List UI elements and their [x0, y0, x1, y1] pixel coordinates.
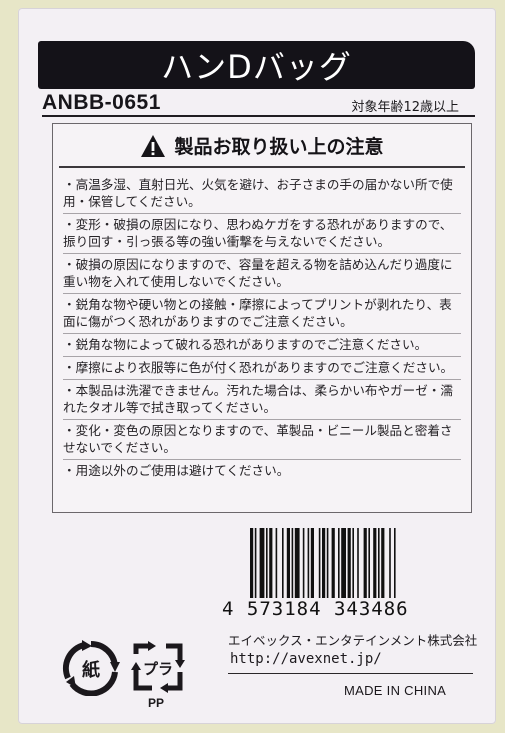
barcode-bar: [322, 528, 326, 598]
barcode-bar: [254, 528, 257, 598]
barcode-bar: [291, 528, 294, 598]
barcode-icon: [250, 528, 396, 598]
product-title-banner: ハンDバッグ: [38, 41, 475, 89]
caution-item: ・用途以外のご使用は避けてください。: [63, 463, 290, 478]
barcode-bar: [307, 528, 310, 598]
product-title: ハンDバッグ: [161, 48, 352, 86]
caution-list: ・高温多湿、直射日光、火気を避け、お子さまの手の届かない所で使用・保管してくださ…: [63, 174, 461, 482]
product-code: ANBB-0651: [42, 91, 161, 114]
plastic-recycle-icon: プラ: [131, 641, 185, 693]
barcode-bar: [282, 528, 284, 598]
plastic-mark: プラ: [143, 660, 173, 678]
divider: [228, 673, 473, 674]
paper-mark: 紙: [82, 659, 100, 681]
caution-item: ・破損の原因になりますので、容量を超える物を詰め込んだり過度に重い物を入れて使用…: [63, 254, 461, 294]
barcode-bar: [352, 528, 354, 598]
paper-recycle-icon: 紙: [62, 640, 120, 696]
divider: [42, 115, 475, 117]
barcode-bar: [357, 528, 359, 598]
barcode-bar: [250, 528, 254, 598]
barcode-bar: [381, 528, 385, 598]
caution-item: ・変形・破損の原因になり、思わぬケガをする恐れがありますので、振り回す・引っ張る…: [63, 214, 461, 254]
barcode-bar: [389, 528, 391, 598]
barcode-bar: [341, 528, 346, 598]
barcode-bar: [373, 528, 377, 598]
warning-triangle-icon: [141, 134, 166, 157]
plastic-material: PP: [148, 696, 165, 710]
barcode-bar: [331, 528, 335, 598]
caution-item: ・変化・変色の原因となりますので、革製品・ビニール製品と密着させないでください。: [63, 420, 461, 460]
caution-title: 製品お取り扱い上の注意: [174, 136, 384, 158]
caution-item: ・本製品は洗濯できません。汚れた場合は、柔らかい布やガーゼ・濡れたタオル等で拭き…: [63, 380, 461, 420]
barcode-bar: [338, 528, 340, 598]
barcode-bar: [318, 528, 321, 598]
barcode-bar: [259, 528, 265, 598]
barcode-bar: [326, 528, 329, 598]
barcode-bar: [310, 528, 314, 598]
caution-header: 製品お取り扱い上の注意: [53, 132, 471, 159]
barcode-bar: [394, 528, 396, 598]
country-of-origin: MADE IN CHINA: [344, 683, 447, 698]
barcode-bar: [275, 528, 278, 598]
caution-item: ・鋭角な物によって破れる恐れがありますのでご注意ください。: [63, 334, 461, 357]
caution-item: ・高温多湿、直射日光、火気を避け、お子さまの手の届かない所で使用・保管してくださ…: [63, 174, 461, 214]
barcode-bar: [269, 528, 273, 598]
barcode-bar: [266, 528, 268, 598]
barcode-bar: [347, 528, 351, 598]
barcode-bar: [302, 528, 305, 598]
barcode-number: 4 573184 343486: [222, 598, 409, 620]
caution-box: 製品お取り扱い上の注意 ・高温多湿、直射日光、火気を避け、お子さまの手の届かない…: [52, 123, 472, 513]
barcode-bar: [286, 528, 290, 598]
barcode-bar: [294, 528, 300, 598]
caution-item: ・鋭角な物や硬い物との接触・摩擦によってプリントが剥れたり、表面に傷がつく恐れが…: [63, 294, 461, 334]
caution-divider: [59, 166, 465, 168]
barcode-bar: [363, 528, 367, 598]
caution-item: ・摩擦により衣服等に色が付く恐れがありますのでご注意ください。: [63, 357, 461, 380]
barcode-bar: [368, 528, 370, 598]
barcode-bar: [378, 528, 380, 598]
company-url: http://avexnet.jp/: [230, 651, 382, 667]
age-notice: 対象年齢12歳以上: [351, 100, 459, 115]
company-name: エイベックス・エンタテインメント株式会社: [228, 633, 478, 648]
